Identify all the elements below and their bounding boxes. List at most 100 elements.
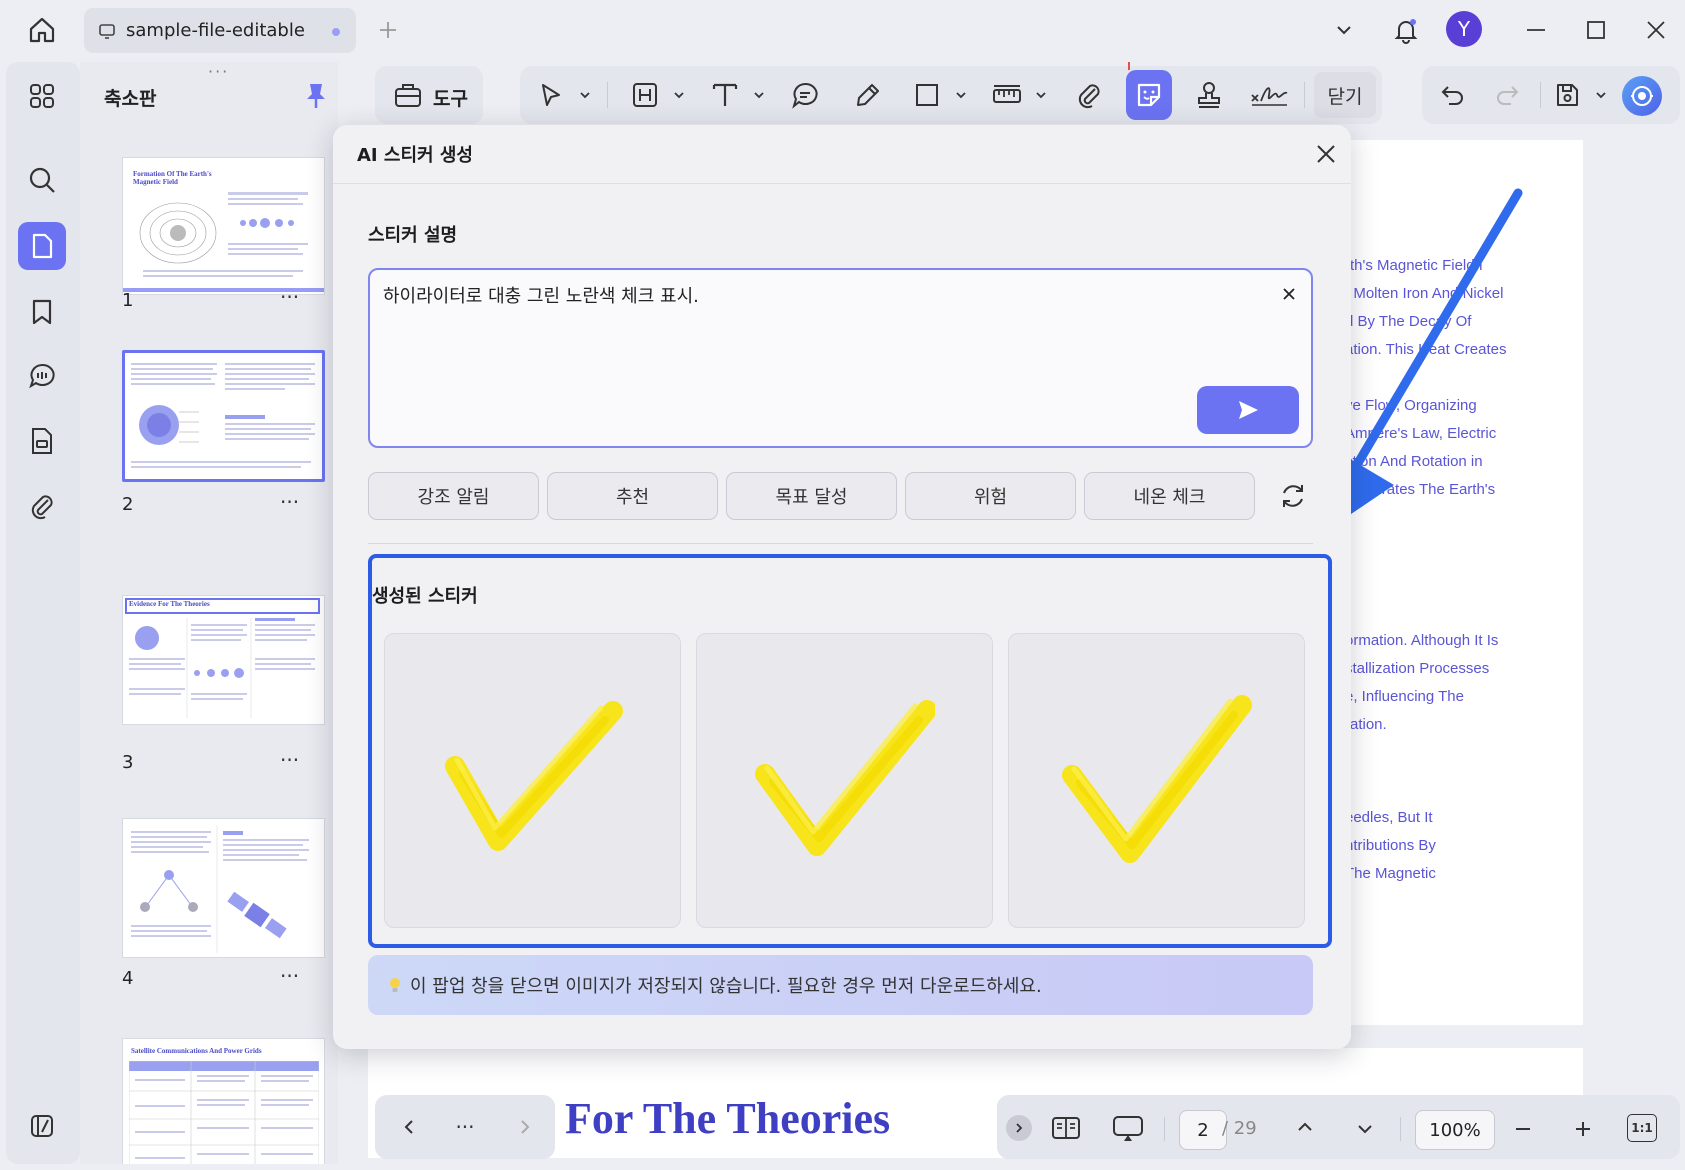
send-icon bbox=[1239, 401, 1258, 419]
dialog-close-icon[interactable] bbox=[1309, 137, 1343, 171]
chevron-down-icon[interactable] bbox=[672, 88, 686, 102]
undo-button[interactable] bbox=[1430, 70, 1476, 120]
page-3-more-button[interactable]: ··· bbox=[280, 748, 299, 772]
pages-icon[interactable] bbox=[18, 222, 66, 270]
note-tool[interactable] bbox=[782, 70, 828, 120]
lightbulb-icon bbox=[390, 978, 400, 992]
collapse-bar-icon[interactable] bbox=[1006, 1115, 1032, 1141]
shape-tool[interactable] bbox=[904, 70, 950, 120]
chevron-up-icon[interactable] bbox=[1288, 1110, 1322, 1144]
maximize-icon[interactable] bbox=[1580, 14, 1612, 46]
paperclip-icon bbox=[1078, 84, 1100, 109]
page-2-more-button[interactable]: ··· bbox=[280, 490, 299, 514]
rectangle-icon bbox=[916, 84, 938, 106]
current-page-input[interactable]: 2 bbox=[1179, 1110, 1227, 1150]
page-number-2: 2 bbox=[122, 494, 134, 515]
page-4-more-button[interactable]: ··· bbox=[280, 964, 299, 988]
thumb-table bbox=[129, 1061, 319, 1164]
comment-icon bbox=[792, 82, 818, 109]
thumbnail-panel: ··· 축소판 Formation Of The Earth's Magneti… bbox=[80, 62, 338, 1164]
page-thumbnail-4[interactable] bbox=[122, 818, 325, 958]
chevron-down-icon[interactable] bbox=[1034, 88, 1048, 102]
chevron-left-icon[interactable] bbox=[392, 1110, 426, 1144]
thumb-heading: Evidence For The Theories bbox=[129, 600, 210, 608]
measure-tool[interactable] bbox=[984, 70, 1030, 120]
form-icon[interactable] bbox=[18, 417, 66, 465]
page-thumbnail-1[interactable]: Formation Of The Earth's Magnetic Field bbox=[122, 157, 325, 295]
sticker-card-1[interactable] bbox=[384, 633, 681, 928]
redo-icon bbox=[1497, 86, 1519, 105]
attach-tool[interactable] bbox=[1066, 70, 1112, 120]
page-1-more-button[interactable]: ··· bbox=[280, 285, 299, 309]
highlight-tool[interactable] bbox=[622, 70, 668, 120]
document-tab[interactable]: sample-file-editable bbox=[84, 8, 356, 53]
page-thumbnail-5[interactable]: Satellite Communications And Power Grids bbox=[122, 1038, 325, 1164]
doc-line: The Magnetic bbox=[1345, 865, 1436, 882]
close-toolbar-button[interactable]: 닫기 bbox=[1314, 72, 1376, 118]
chevron-down-icon[interactable] bbox=[1348, 1112, 1382, 1146]
suggestion-chip[interactable]: 목표 달성 bbox=[726, 472, 897, 520]
description-input[interactable]: 하이라이터로 대충 그린 노란색 체크 표시. bbox=[368, 268, 1313, 448]
apps-grid-icon[interactable] bbox=[18, 72, 66, 120]
chevron-right-icon[interactable] bbox=[508, 1110, 542, 1144]
signature-tool[interactable] bbox=[1246, 70, 1292, 120]
minimize-icon[interactable] bbox=[1520, 14, 1552, 46]
page-number-4: 4 bbox=[122, 968, 134, 989]
comment-icon[interactable] bbox=[18, 352, 66, 400]
left-rail bbox=[6, 62, 80, 1164]
close-window-icon[interactable] bbox=[1640, 14, 1672, 46]
suggestion-chip[interactable]: 네온 체크 bbox=[1084, 472, 1255, 520]
zoom-out-icon[interactable] bbox=[1506, 1112, 1540, 1146]
sticker-card-3[interactable] bbox=[1008, 633, 1305, 928]
sticker-card-2[interactable] bbox=[696, 633, 993, 928]
tools-menu-button[interactable]: 도구 bbox=[375, 66, 483, 124]
thumb-heading: Satellite Communications And Power Grids bbox=[131, 1047, 262, 1055]
pin-icon[interactable] bbox=[302, 82, 330, 110]
user-avatar[interactable]: Y bbox=[1446, 11, 1482, 47]
thumb-heading: Formation Of The Earth's Magnetic Field bbox=[133, 170, 212, 186]
redo-button[interactable] bbox=[1484, 70, 1530, 120]
chevron-down-icon[interactable] bbox=[954, 88, 968, 102]
sidebar-toggle-icon[interactable] bbox=[18, 1102, 66, 1150]
home-icon[interactable] bbox=[22, 12, 62, 48]
attachment-icon[interactable] bbox=[18, 482, 66, 530]
chevron-down-icon[interactable] bbox=[1328, 14, 1360, 46]
suggestion-chip[interactable]: 강조 알림 bbox=[368, 472, 539, 520]
pen-tool[interactable] bbox=[845, 70, 891, 120]
page-number-1: 1 bbox=[122, 290, 134, 311]
bookmark-icon[interactable] bbox=[18, 288, 66, 336]
presentation-icon[interactable] bbox=[1108, 1110, 1148, 1146]
thumb-illustration bbox=[139, 192, 308, 277]
select-tool[interactable] bbox=[528, 70, 574, 120]
new-tab-icon[interactable] bbox=[372, 14, 404, 46]
chevron-down-icon[interactable] bbox=[578, 88, 592, 102]
page-thumbnail-3[interactable]: Evidence For The Theories bbox=[122, 595, 325, 725]
zoom-level-input[interactable]: 100% bbox=[1415, 1110, 1495, 1150]
stamp-tool[interactable] bbox=[1186, 70, 1232, 120]
suggestion-chip[interactable]: 추천 bbox=[547, 472, 718, 520]
text-tool[interactable] bbox=[702, 70, 748, 120]
clear-input-icon[interactable] bbox=[1277, 282, 1301, 306]
more-options-button[interactable]: ··· bbox=[448, 1110, 482, 1144]
actual-size-button[interactable]: 1:1 bbox=[1627, 1114, 1657, 1142]
chevron-down-icon[interactable] bbox=[1594, 88, 1608, 102]
page-layout-icon[interactable] bbox=[1048, 1110, 1084, 1146]
panel-drag-handle[interactable]: ··· bbox=[208, 62, 229, 81]
ai-assistant-button[interactable] bbox=[1622, 76, 1662, 116]
zoom-in-icon[interactable] bbox=[1566, 1112, 1600, 1146]
save-button[interactable] bbox=[1544, 70, 1590, 120]
page-thumbnail-2[interactable] bbox=[122, 350, 325, 482]
chevron-down-icon[interactable] bbox=[752, 88, 766, 102]
notice-text: 이 팝업 창을 닫으면 이미지가 저장되지 않습니다. 필요한 경우 먼저 다운… bbox=[410, 976, 1042, 997]
tab-title: sample-file-editable bbox=[126, 20, 305, 41]
generate-send-button[interactable] bbox=[1197, 386, 1299, 434]
search-icon[interactable] bbox=[18, 156, 66, 204]
ruler-icon bbox=[993, 85, 1021, 103]
refresh-suggestions-icon[interactable] bbox=[1275, 478, 1311, 514]
suggestion-chip[interactable]: 위험 bbox=[905, 472, 1076, 520]
notification-bell-icon[interactable] bbox=[1388, 12, 1424, 48]
notice-banner: 이 팝업 창을 닫으면 이미지가 저장되지 않습니다. 필요한 경우 먼저 다운… bbox=[368, 955, 1313, 1015]
sticker-tool[interactable] bbox=[1126, 70, 1172, 120]
sticker-icon bbox=[1137, 83, 1161, 107]
thumb-illustration bbox=[131, 825, 309, 953]
